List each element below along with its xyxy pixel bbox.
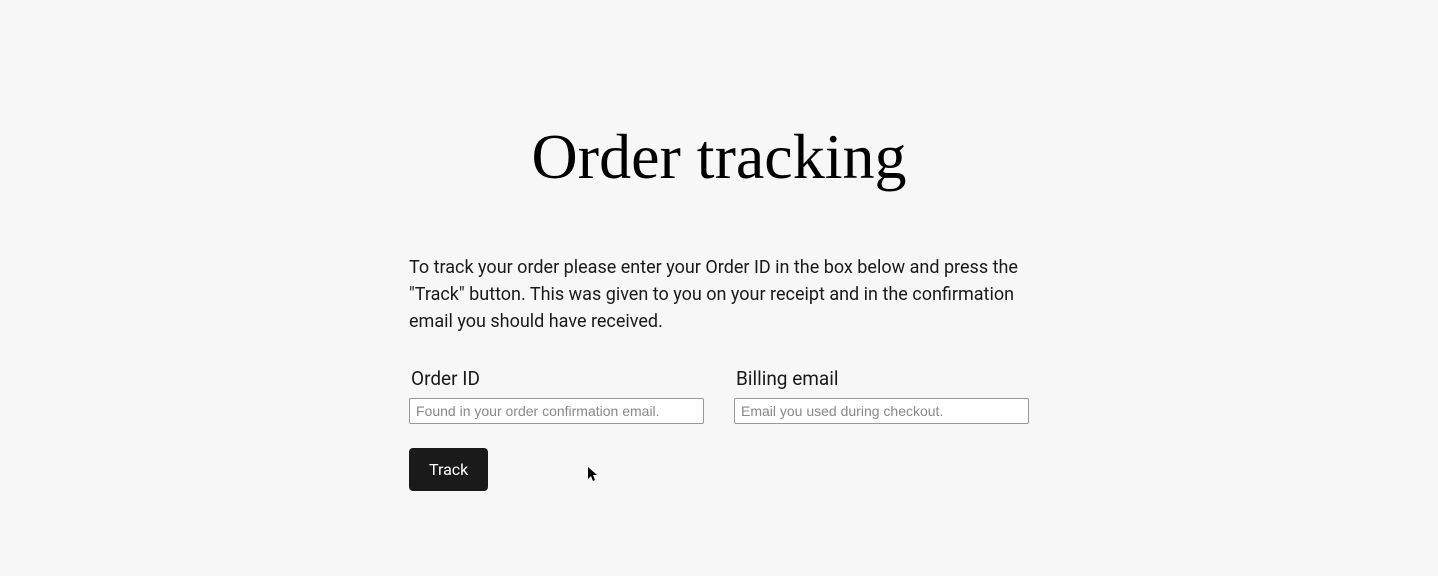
billing-email-group: Billing email — [734, 367, 1029, 424]
order-id-input[interactable] — [409, 398, 704, 424]
billing-email-input[interactable] — [734, 398, 1029, 424]
instructions-text: To track your order please enter your Or… — [409, 254, 1029, 335]
order-id-label: Order ID — [409, 367, 704, 390]
form-container: To track your order please enter your Or… — [409, 254, 1029, 491]
track-button[interactable]: Track — [409, 448, 488, 491]
page-title: Order tracking — [532, 120, 907, 194]
order-id-group: Order ID — [409, 367, 704, 424]
billing-email-label: Billing email — [734, 367, 1029, 390]
form-row: Order ID Billing email — [409, 367, 1029, 424]
